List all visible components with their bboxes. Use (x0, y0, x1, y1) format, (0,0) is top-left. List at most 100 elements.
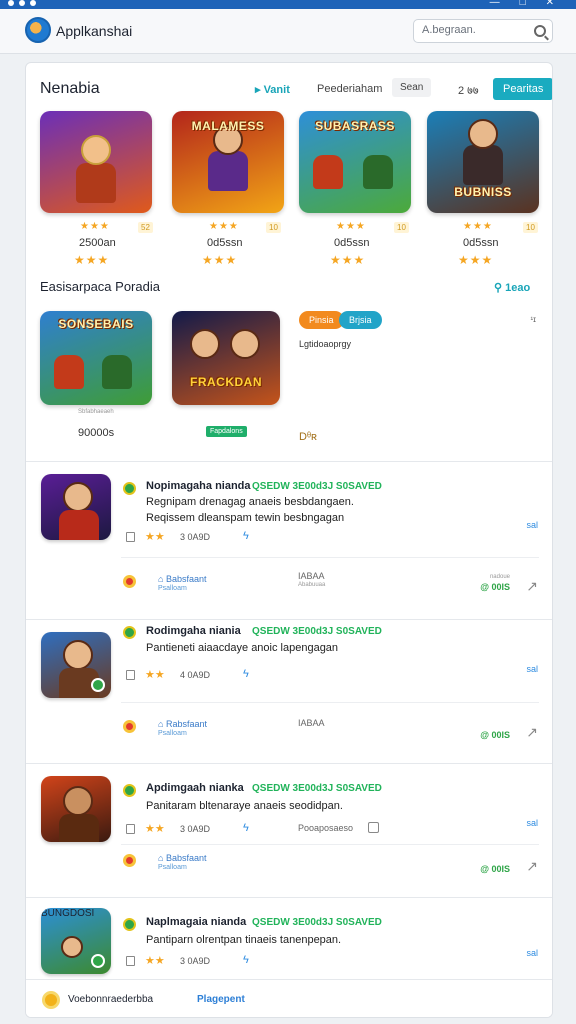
list-highlight: QSEDW 3E00d3J S0SAVED (252, 481, 382, 492)
sort-label[interactable]: Peederiaham (317, 83, 382, 95)
size-info: nadoue @ 00IS (480, 574, 510, 592)
tile-art (59, 814, 99, 842)
list-item[interactable]: Rodimgaha niania QSEDW 3E00d3J S0SAVED P… (26, 619, 552, 763)
rating-meta: 3 0A9D (180, 532, 211, 542)
row-divider (121, 557, 539, 558)
bookmark-checkbox[interactable] (126, 532, 135, 542)
close-button[interactable]: ✕ (546, 0, 554, 8)
bookmark-checkbox[interactable] (126, 824, 135, 834)
game-tile[interactable]: MALAMESS (172, 111, 284, 213)
maximize-button[interactable]: □ (520, 0, 526, 8)
arrow-icon[interactable]: ↗ (526, 858, 538, 875)
featured-link[interactable]: ▸ Vanit (255, 83, 290, 96)
rating-stars: ★★ (145, 955, 165, 967)
list-title[interactable]: Rodimgaha niania (146, 625, 241, 637)
developer-label[interactable]: ⌂ Babsfaant Psalloam (158, 853, 206, 873)
game-tile[interactable]: SONSEBAIS (40, 311, 152, 405)
item-count: 2 ७७ (458, 85, 479, 97)
rating-stars: ★★ (145, 531, 165, 543)
game-name[interactable]: 0d5ssn (334, 237, 369, 249)
list-title[interactable]: Nopimagaha nianda (146, 480, 251, 492)
bookmark-checkbox[interactable] (126, 670, 135, 680)
tile-art (190, 329, 220, 359)
download-count: IABAA Ababuuaa (298, 571, 326, 589)
notification-icon[interactable] (42, 991, 60, 1009)
developer-label[interactable]: ⌂ Babsfaant Psalloam (158, 574, 206, 594)
arrow-icon[interactable]: ↗ (526, 724, 538, 741)
copy-icon[interactable] (368, 822, 379, 833)
badge-icon (91, 678, 105, 692)
category-pill[interactable]: Pinsia (299, 311, 344, 329)
game-tile[interactable]: BUBNISS (427, 111, 539, 213)
verified-icon (123, 626, 136, 639)
rating-stars: ★★★ (74, 253, 110, 267)
game-thumbnail[interactable] (41, 474, 111, 540)
list-desc: Panitaram bltenaraye anaeis seodidpan. (146, 800, 343, 812)
tile-art (463, 145, 503, 185)
search-icon[interactable] (534, 25, 546, 37)
bolt-icon: ϟ (243, 530, 249, 542)
search-input[interactable] (422, 24, 530, 36)
bookmark-checkbox[interactable] (126, 956, 135, 966)
game-thumbnail[interactable]: BUNGDOSI (41, 908, 111, 974)
download-count: IABAA (298, 718, 325, 728)
tile-art (102, 355, 132, 389)
tile-art (59, 510, 99, 540)
list-item[interactable]: Nopimagaha nianda QSEDW 3E00d3J S0SAVED … (26, 461, 552, 605)
tile-art (363, 155, 393, 189)
list-highlight: QSEDW 3E00d3J S0SAVED (252, 626, 382, 637)
window-titlebar: — □ ✕ (0, 0, 576, 9)
minimize-button[interactable]: — (490, 0, 500, 8)
section-extra[interactable]: Dᶿʀ (299, 431, 317, 443)
side-info: sal (526, 948, 538, 958)
list-title[interactable]: Naplmagaia nianda (146, 916, 246, 928)
list-highlight: QSEDW 3E00d3J S0SAVED (252, 783, 382, 794)
side-info: sal (526, 664, 538, 674)
window-dots (8, 0, 36, 6)
verified-icon (123, 482, 136, 495)
app-logo[interactable] (25, 17, 51, 43)
status-icon (123, 854, 136, 867)
game-badge: Fapdalons (206, 426, 247, 437)
rating-meta: 3 0A9D (180, 956, 211, 966)
tile-art (81, 135, 111, 165)
search-box[interactable] (413, 19, 553, 43)
game-thumbnail[interactable] (41, 632, 111, 698)
search-icon: ⚲ (494, 282, 503, 294)
game-name[interactable]: 90000s (78, 427, 114, 439)
list-desc: Regnipam drenagag anaeis besbdangaen. (146, 496, 354, 508)
game-tile[interactable] (40, 111, 152, 213)
developer-label[interactable]: ⌂ Rabsfaant Psalloam (158, 719, 207, 739)
game-thumbnail[interactable] (41, 776, 111, 842)
game-name[interactable]: 0d5ssn (463, 237, 498, 249)
size-info: @ 00IS (480, 730, 510, 740)
home-icon: ⌂ (158, 574, 164, 584)
section-close[interactable]: ¹ɪ (530, 315, 536, 324)
list-title[interactable]: Apdimgaah nianka (146, 782, 244, 794)
rating-stars: ★★★ (463, 221, 493, 232)
list-desc: Pantiparn olrentpan tinaeis tanenpepan. (146, 934, 342, 946)
game-tile[interactable]: SUBASRASS (299, 111, 411, 213)
price-tag: 52 (138, 222, 153, 233)
featured-cta-button[interactable]: Pearitas (493, 78, 552, 100)
price-tag: 10 (394, 222, 409, 233)
footer-link[interactable]: Plagepent (197, 994, 245, 1005)
filter-chip[interactable]: Sean (392, 78, 432, 97)
category-pill[interactable]: Brjsia (339, 311, 382, 329)
tile-art (230, 329, 260, 359)
section-search-link[interactable]: ⚲ 1eao (494, 281, 530, 294)
game-tile[interactable]: FRACKDAN (172, 311, 280, 405)
home-icon: ⌂ (158, 719, 164, 729)
tile-art (313, 155, 343, 189)
list-item[interactable]: Apdimgaah nianka QSEDW 3E00d3J S0SAVED P… (26, 763, 552, 907)
game-name[interactable]: 0d5ssn (207, 237, 242, 249)
featured-title: Nenabia (40, 80, 100, 97)
main-panel: Nenabia ▸ Vanit Peederiaham Sean 2 ७७ Pe… (25, 62, 553, 1018)
tile-title: BUBNISS (454, 185, 512, 199)
arrow-icon[interactable]: ↗ (526, 578, 538, 595)
section-title: Easisarpaca Poradia (40, 279, 160, 294)
game-name[interactable]: 2500an (79, 237, 116, 249)
side-info: sal (526, 818, 538, 828)
section-text: Lgtidoaoprgy (299, 339, 352, 349)
footer-bar: Voebonnraederbba Plagepent (26, 979, 552, 1017)
